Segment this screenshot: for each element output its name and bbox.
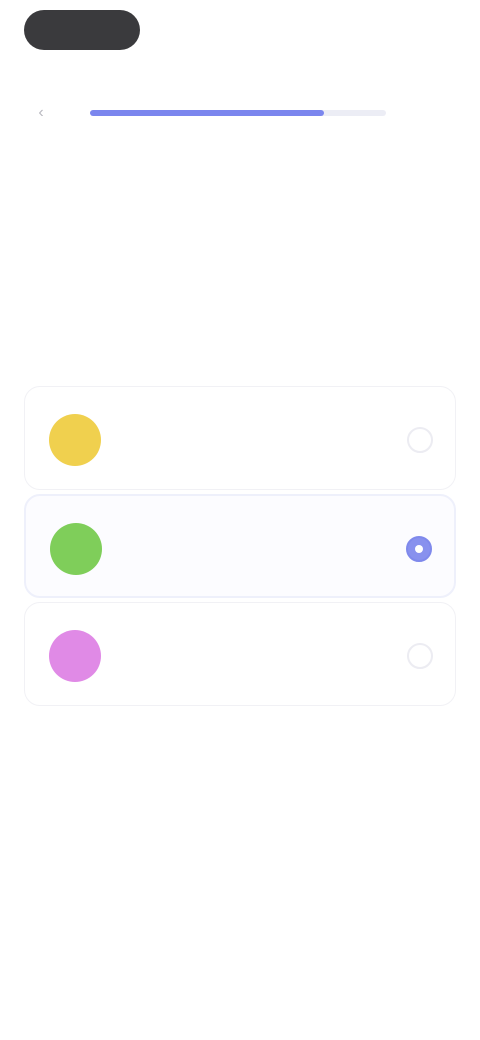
step-label: [376, 104, 416, 122]
option-label: [126, 538, 346, 560]
option-radio[interactable]: [406, 536, 432, 562]
progress-fill: [90, 110, 324, 116]
flower-icon: [49, 630, 101, 682]
option-1[interactable]: [24, 386, 456, 490]
onboarding-screen: ‹: [0, 0, 480, 1040]
options-list: [24, 386, 456, 710]
question-heading: [28, 214, 452, 306]
top-bar: [0, 0, 480, 64]
back-chevron-icon[interactable]: ‹: [32, 104, 50, 122]
option-radio[interactable]: [407, 427, 433, 453]
question-subtitle: [30, 320, 442, 340]
eyebrow-label: [30, 176, 230, 192]
skip-link[interactable]: [392, 20, 452, 42]
top-pill-button[interactable]: [24, 10, 140, 50]
option-label: [125, 645, 345, 667]
option-3[interactable]: [24, 602, 456, 706]
progress-track: [90, 110, 386, 116]
sun-icon: [49, 414, 101, 466]
progress-row: ‹: [32, 100, 448, 126]
option-radio[interactable]: [407, 643, 433, 669]
option-2[interactable]: [24, 494, 456, 598]
option-label: [125, 429, 345, 451]
leaf-icon: [50, 523, 102, 575]
